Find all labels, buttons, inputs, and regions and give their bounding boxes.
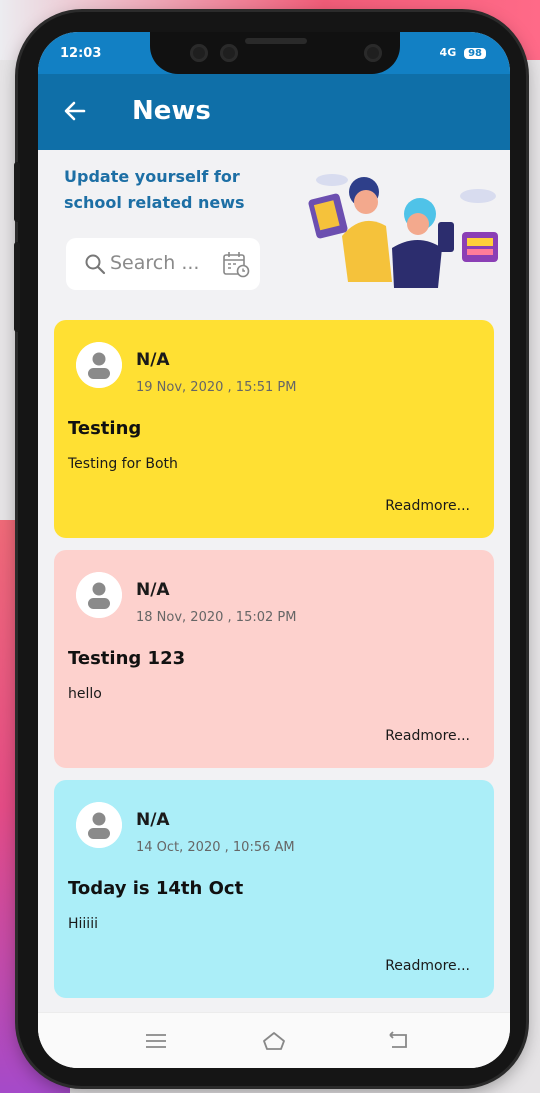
news-card[interactable]: N/A 18 Nov, 2020 , 15:02 PM Testing 123 … — [54, 550, 494, 768]
network-label: 4G — [439, 46, 457, 59]
news-title: Testing — [68, 418, 142, 439]
camera-lens-icon — [190, 44, 208, 62]
news-card[interactable]: N/A 19 Nov, 2020 , 15:51 PM Testing Test… — [54, 320, 494, 538]
hero-banner: Update yourself for school related news … — [38, 150, 510, 310]
news-body: hello — [68, 686, 102, 702]
news-date: 14 Oct, 2020 , 10:56 AM — [136, 840, 295, 855]
news-title: Today is 14th Oct — [68, 878, 244, 899]
readmore-link[interactable]: Readmore... — [385, 958, 470, 974]
app-bar: News — [38, 74, 510, 150]
tagline: Update yourself for school related news — [64, 167, 245, 212]
news-body: Hiiiii — [68, 916, 98, 932]
readmore-link[interactable]: Readmore... — [385, 728, 470, 744]
page-title: News — [132, 96, 211, 126]
phone-screen: 12:03 4G 98 News Update yourself for sch… — [38, 32, 510, 1068]
volume-button — [14, 162, 20, 222]
status-time: 12:03 — [60, 46, 102, 61]
power-button — [14, 242, 20, 332]
user-avatar-icon — [76, 342, 122, 388]
speaker-grille — [245, 38, 307, 44]
news-title: Testing 123 — [68, 648, 186, 669]
calendar-icon[interactable] — [222, 250, 250, 278]
readmore-link[interactable]: Readmore... — [385, 498, 470, 514]
front-camera-icon — [364, 44, 382, 62]
system-nav-bar — [38, 1012, 510, 1068]
news-date: 18 Nov, 2020 , 15:02 PM — [136, 610, 297, 625]
news-body: Testing for Both — [68, 456, 178, 472]
home-icon[interactable] — [260, 1027, 288, 1055]
user-avatar-icon — [76, 572, 122, 618]
students-illustration — [308, 174, 498, 288]
search-input[interactable]: Search ... — [66, 238, 260, 290]
search-icon — [85, 254, 106, 275]
news-author: N/A — [136, 580, 170, 600]
news-author: N/A — [136, 810, 170, 830]
news-card[interactable]: N/A 14 Oct, 2020 , 10:56 AM Today is 14t… — [54, 780, 494, 998]
sensor-icon — [220, 44, 238, 62]
search-placeholder: Search ... — [110, 252, 200, 274]
news-author: N/A — [136, 350, 170, 370]
news-date: 19 Nov, 2020 , 15:51 PM — [136, 380, 297, 395]
back-nav-icon[interactable] — [384, 1027, 412, 1055]
arrow-left-icon[interactable] — [62, 98, 88, 124]
menu-icon[interactable] — [142, 1027, 170, 1055]
battery-level: 98 — [464, 48, 486, 59]
user-avatar-icon — [76, 802, 122, 848]
camera-notch — [150, 32, 400, 74]
status-indicators: 4G 98 — [440, 46, 486, 59]
